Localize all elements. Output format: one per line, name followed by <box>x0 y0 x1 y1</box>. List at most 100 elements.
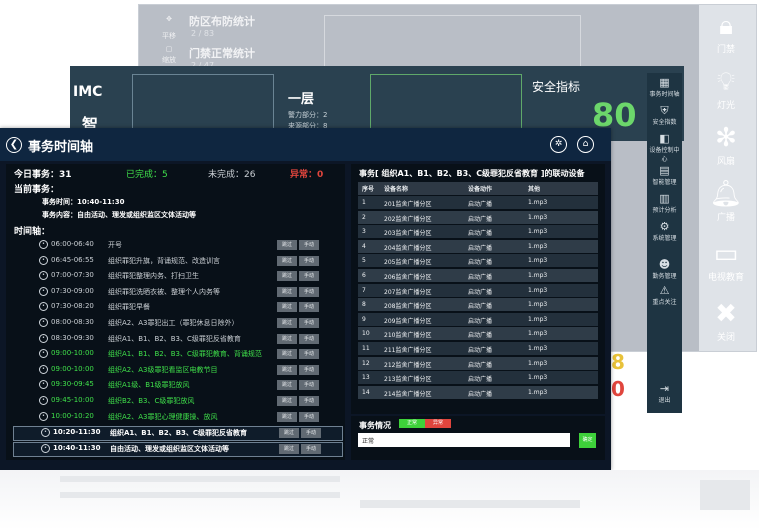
timeline-row: • 09:00-10:00 组织A2、A3级罪犯看监区电教节目 跳过 手动 <box>12 364 342 378</box>
timeline-row: • 09:00-10:00 组织A1、B1、B2、B3、C级罪犯教育、背诵规范 跳过手… <box>12 348 342 362</box>
nav-broadcast[interactable]: 🔔︎ 广播 <box>698 180 754 223</box>
timeline-time: 09:30-09:45 <box>51 380 94 389</box>
manual-button[interactable]: 手动 <box>299 318 319 328</box>
nav-fan[interactable]: ✻ 风扇 <box>698 124 754 167</box>
skip-button[interactable]: 跳过 <box>279 443 299 454</box>
clock-icon: • <box>39 255 48 265</box>
manual-button[interactable]: 手动 <box>299 240 319 250</box>
side-nav-item[interactable]: ▦ 事务时间轴 <box>647 76 682 99</box>
timeline-row: • 07:30-09:00 组织罪犯洗晒衣被、整理个人内务等 跳过 手动 <box>12 286 342 300</box>
skip-button[interactable]: 跳过 <box>277 271 297 282</box>
table-cell: 10 <box>362 330 370 338</box>
calendar-icon: ▦ <box>659 76 670 89</box>
skip-button[interactable]: 跳过 <box>277 411 297 422</box>
table-cell: 208监舍广播分区 <box>384 303 432 311</box>
current-affair-content: 事务内容：自由活动、理发或组织监区文体活动等 <box>42 211 196 219</box>
timeline-time: 10:20-11:30 <box>53 428 101 437</box>
skip-button[interactable]: 跳过 <box>277 302 297 313</box>
timeline-event: 组织罪犯洗晒衣被、整理个人内务等 <box>108 287 220 296</box>
zoom-label: 缩放 <box>162 56 176 64</box>
side-nav-item[interactable]: ▥ 预计分析 <box>647 193 682 215</box>
logo: IMC <box>73 84 103 100</box>
timeline-panel: 今日事务：31 已完成：5 未完成：26 异常：0 当前事务： 事务时间：10:… <box>6 164 345 460</box>
skip-button[interactable]: 跳过 <box>277 255 297 266</box>
timeline-row: • 07:30-08:20 组织罪犯早餐 跳过 手动 <box>12 301 342 315</box>
nav-light[interactable]: 💡︎ 灯光 <box>698 68 754 111</box>
table-cell: 5 <box>362 257 366 265</box>
table-cell: 启动广播 <box>468 201 493 208</box>
home-button[interactable]: ⌂ <box>577 136 594 153</box>
skip-button[interactable]: 跳过 <box>277 318 297 328</box>
manual-button[interactable]: 手动 <box>299 364 319 375</box>
user-icon: ☻ <box>658 258 671 271</box>
timeline-event: 组织A1、B1、B2、B3、C级罪犯反省教育 <box>108 334 241 343</box>
table-row: 2 202监舍广播分区 启动广播 1.mp3 <box>358 210 598 224</box>
status-input[interactable] <box>358 433 570 447</box>
side-nav-item[interactable]: ◧ 设备控制中心 <box>647 133 682 164</box>
gear-icon: ⚙ <box>659 220 670 233</box>
clock-icon: • <box>39 286 48 296</box>
table-cell: 1 <box>362 199 366 206</box>
timeline-row: • 10:40-11:30 自由活动、理发或组织监区文体活动等 跳过 手动 <box>13 441 343 457</box>
manual-button[interactable]: 手动 <box>301 428 321 439</box>
side-nav-item[interactable]: ☻ 勤务管理 <box>647 258 682 281</box>
table-row: 4 204监舍广播分区 启动广播 1.mp3 <box>358 239 598 253</box>
table-cell: 6 <box>362 272 366 279</box>
timeline-time: 09:00-10:00 <box>51 364 94 373</box>
skip-button[interactable]: 跳过 <box>279 428 299 439</box>
timeline-time: 07:30-09:00 <box>51 286 94 295</box>
skip-button[interactable]: 跳过 <box>277 380 297 391</box>
skip-button[interactable]: 跳过 <box>277 364 297 375</box>
manual-button[interactable]: 手动 <box>299 286 319 297</box>
table-cell: 启动广播 <box>468 376 493 384</box>
manual-button[interactable]: 手动 <box>299 411 319 422</box>
table-cell: 13 <box>362 374 370 382</box>
skip-button[interactable]: 跳过 <box>277 396 297 406</box>
skip-button[interactable]: 跳过 <box>277 240 297 250</box>
back-button[interactable]: ❮ <box>6 137 22 153</box>
settings-button[interactable]: ✲ <box>550 136 567 153</box>
status-normal-toggle[interactable]: 正常 <box>399 419 425 428</box>
side-nav-item[interactable]: ⛨ 安全指数 <box>647 105 682 127</box>
skip-button[interactable]: 跳过 <box>277 333 297 344</box>
zoom-icon: ▢ <box>165 45 173 53</box>
timeline-time: 08:30-09:30 <box>51 333 94 342</box>
side-nav-item[interactable]: ⚙ 系统管理 <box>647 220 682 243</box>
manual-button[interactable]: 手动 <box>299 396 319 406</box>
timeline-time: 10:40-11:30 <box>53 443 101 452</box>
nav-door[interactable]: 🔒︎ 门禁 <box>698 12 754 55</box>
table-cell: 1.mp3 <box>528 242 548 250</box>
table-cell: 202监舍广播分区 <box>384 215 432 223</box>
nav-close[interactable]: ✖ 关闭 <box>698 300 754 343</box>
side-nav-item[interactable]: ⚠ 重点关注 <box>647 285 682 307</box>
table-cell: 1.mp3 <box>528 286 548 294</box>
grid-icon: ▤ <box>659 164 670 177</box>
table-cell: 启动广播 <box>468 361 493 369</box>
timeline-time: 07:30-08:20 <box>51 302 94 311</box>
table-cell: 1.mp3 <box>528 272 548 279</box>
manual-button[interactable]: 手动 <box>299 271 319 282</box>
pan-icon: ✥ <box>166 15 172 23</box>
table-cell: 206监舍广播分区 <box>384 274 432 281</box>
skip-button[interactable]: 跳过 <box>277 349 297 360</box>
manual-button[interactable]: 手动 <box>299 380 319 391</box>
timeline-row: • 10:20-11:30 组织A1、B1、B2、B3、C级罪犯反省教育 跳过 手动 <box>13 426 343 442</box>
stat-abnormal: 异常：0 <box>290 170 324 180</box>
manual-button[interactable]: 手动 <box>299 255 319 266</box>
table-cell: 启动广播 <box>468 230 493 238</box>
table-cell: 1.mp3 <box>528 228 548 236</box>
manual-button[interactable]: 手动 <box>299 349 319 360</box>
table-row: 9 209监舍广播分区 启动广播 1.mp3 <box>358 312 598 326</box>
clock-icon: • <box>39 302 48 312</box>
side-nav-item[interactable]: ⇥ 退出 <box>647 383 682 405</box>
status-submit-button[interactable]: 确定 <box>579 433 596 448</box>
manual-button[interactable]: 手动 <box>299 333 319 344</box>
manual-button[interactable]: 手动 <box>299 302 319 313</box>
table-cell: 1.mp3 <box>528 388 548 396</box>
lock-icon: 🔒︎ <box>719 11 733 41</box>
manual-button[interactable]: 手动 <box>301 443 321 454</box>
nav-tv[interactable]: ▭ 电视教育 <box>698 240 754 283</box>
status-abnormal-toggle[interactable]: 异常 <box>425 419 451 428</box>
side-nav-item[interactable]: ▤ 智能管理 <box>647 164 682 187</box>
skip-button[interactable]: 跳过 <box>277 286 297 297</box>
